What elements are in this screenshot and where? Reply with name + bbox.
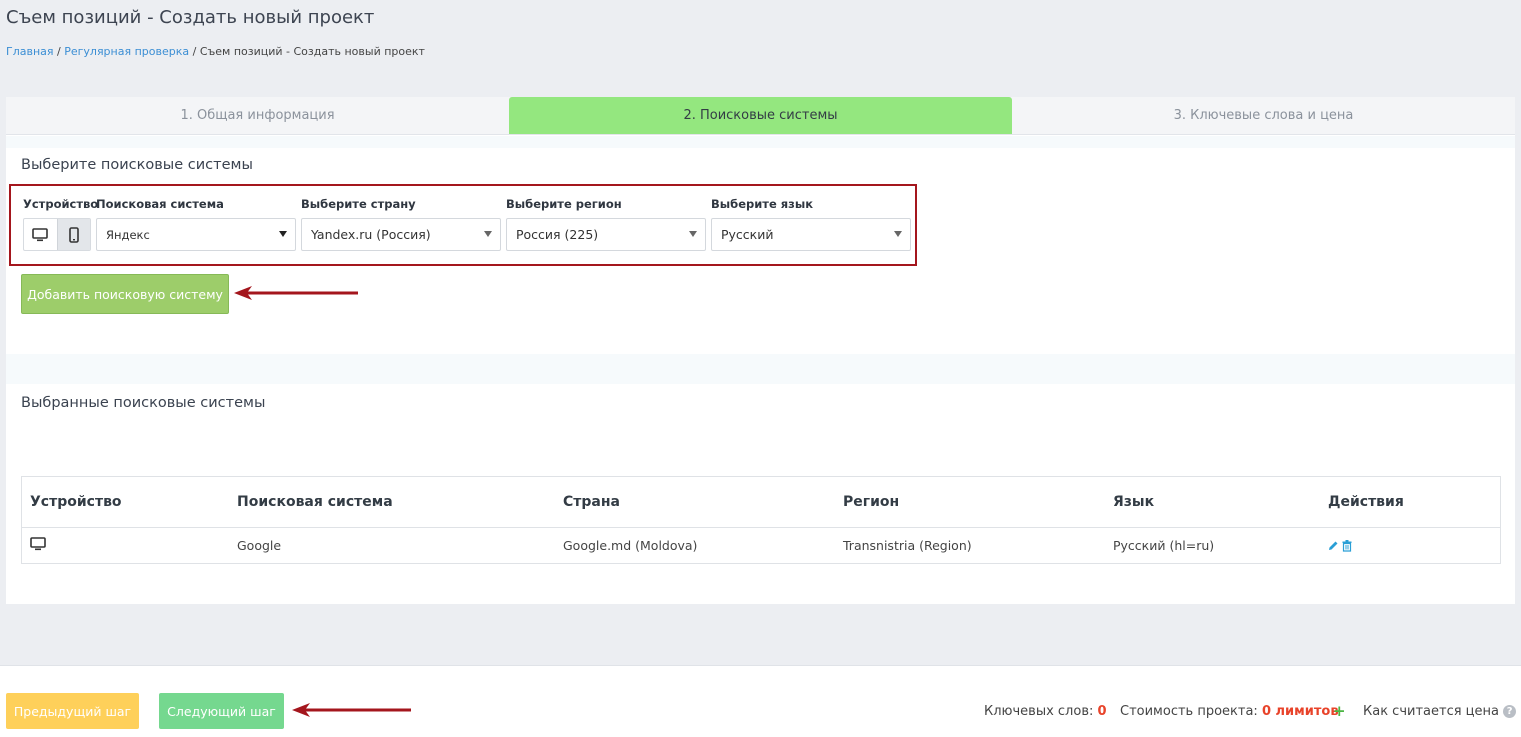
table-header: Устройство Поисковая система Страна Реги… xyxy=(22,477,1500,528)
desktop-icon xyxy=(30,537,46,551)
column-header: Регион xyxy=(843,494,900,510)
table-row: Google Google.md (Moldova) Transnistria … xyxy=(22,528,1500,563)
project-cost-value: 0 лимитов xyxy=(1261,704,1339,719)
region-select[interactable]: Россия (225) xyxy=(506,218,706,251)
select-engines-title: Выберите поисковые системы xyxy=(21,157,253,173)
country-select[interactable]: Yandex.ru (Россия) xyxy=(301,218,501,251)
wizard-tabs: 1. Общая информация 2. Поисковые системы… xyxy=(6,97,1515,135)
chevron-down-icon xyxy=(279,231,287,237)
price-info-link[interactable]: Как считается цена ? xyxy=(1363,704,1517,719)
breadcrumb-current: Съем позиций - Создать новый проект xyxy=(199,45,425,58)
language-select-value: Русский xyxy=(721,227,774,242)
add-limits-plus-icon[interactable]: + xyxy=(1333,702,1346,720)
engine-cell: Google xyxy=(237,538,282,553)
chevron-down-icon xyxy=(484,231,492,237)
edit-pencil-icon[interactable] xyxy=(1328,540,1339,551)
annotation-arrow-icon xyxy=(292,703,411,717)
chevron-down-icon xyxy=(894,231,902,237)
region-cell: Transnistria (Region) xyxy=(843,538,972,553)
region-label: Выберите регион xyxy=(506,197,622,211)
engine-label: Поисковая система xyxy=(96,197,224,211)
footer-bar: Предыдущий шаг Следующий шаг Ключевых сл… xyxy=(0,665,1521,737)
engine-select[interactable]: Яндекс xyxy=(96,218,296,251)
region-select-value: Россия (225) xyxy=(516,227,599,242)
page-title: Съем позиций - Создать новый проект xyxy=(6,7,375,28)
language-select[interactable]: Русский xyxy=(711,218,911,251)
tab-general-info[interactable]: 1. Общая информация xyxy=(6,97,509,134)
previous-step-button[interactable]: Предыдущий шаг xyxy=(6,693,139,729)
project-cost-label: Стоимость проекта: xyxy=(1120,704,1258,719)
mobile-icon xyxy=(68,226,79,243)
language-cell: Русский (hl=ru) xyxy=(1113,538,1215,553)
desktop-icon xyxy=(32,227,49,241)
next-step-button[interactable]: Следующий шаг xyxy=(159,693,284,729)
divider xyxy=(6,136,1515,148)
engine-selector-row: Устройство Поисковая система Выберите ст… xyxy=(9,184,917,266)
country-cell: Google.md (Moldova) xyxy=(563,538,698,553)
column-header: Устройство xyxy=(30,494,122,510)
divider xyxy=(6,354,1515,384)
chevron-down-icon xyxy=(689,231,697,237)
engine-select-value: Яндекс xyxy=(106,227,150,242)
country-select-value: Yandex.ru (Россия) xyxy=(311,227,431,242)
help-question-icon: ? xyxy=(1503,705,1517,718)
project-cost: Стоимость проекта: 0 лимитов xyxy=(1120,704,1339,719)
breadcrumb-regular-check-link[interactable]: Регулярная проверка xyxy=(64,45,189,58)
device-toggle xyxy=(23,218,91,251)
tab-keywords-price[interactable]: 3. Ключевые слова и цена xyxy=(1012,97,1515,134)
price-info-label: Как считается цена xyxy=(1363,704,1499,719)
tab-search-engines[interactable]: 2. Поисковые системы xyxy=(509,97,1012,134)
column-header: Страна xyxy=(563,494,620,510)
wizard-card: 1. Общая информация 2. Поисковые системы… xyxy=(6,97,1515,604)
annotation-arrow-icon xyxy=(234,286,358,300)
device-label: Устройство xyxy=(23,197,99,211)
column-header: Язык xyxy=(1113,494,1155,510)
selected-engines-table: Устройство Поисковая система Страна Реги… xyxy=(21,476,1501,564)
mobile-device-button[interactable] xyxy=(56,219,90,250)
breadcrumb: Главная / Регулярная проверка / Съем поз… xyxy=(6,45,425,58)
selected-engines-title: Выбранные поисковые системы xyxy=(21,395,266,411)
desktop-device-button[interactable] xyxy=(24,219,57,250)
column-header: Действия xyxy=(1328,494,1404,510)
add-search-engine-button[interactable]: Добавить поисковую систему xyxy=(21,274,229,314)
column-header: Поисковая система xyxy=(237,494,393,510)
device-cell xyxy=(22,537,229,554)
language-label: Выберите язык xyxy=(711,197,814,211)
keywords-count-label: Ключевых слов: xyxy=(984,704,1094,719)
actions-cell xyxy=(1320,539,1500,552)
breadcrumb-home-link[interactable]: Главная xyxy=(6,45,54,58)
keywords-count-value: 0 xyxy=(1097,704,1107,719)
country-label: Выберите страну xyxy=(301,197,416,211)
keywords-count: Ключевых слов: 0 xyxy=(984,704,1107,719)
delete-trash-icon[interactable] xyxy=(1342,539,1352,552)
